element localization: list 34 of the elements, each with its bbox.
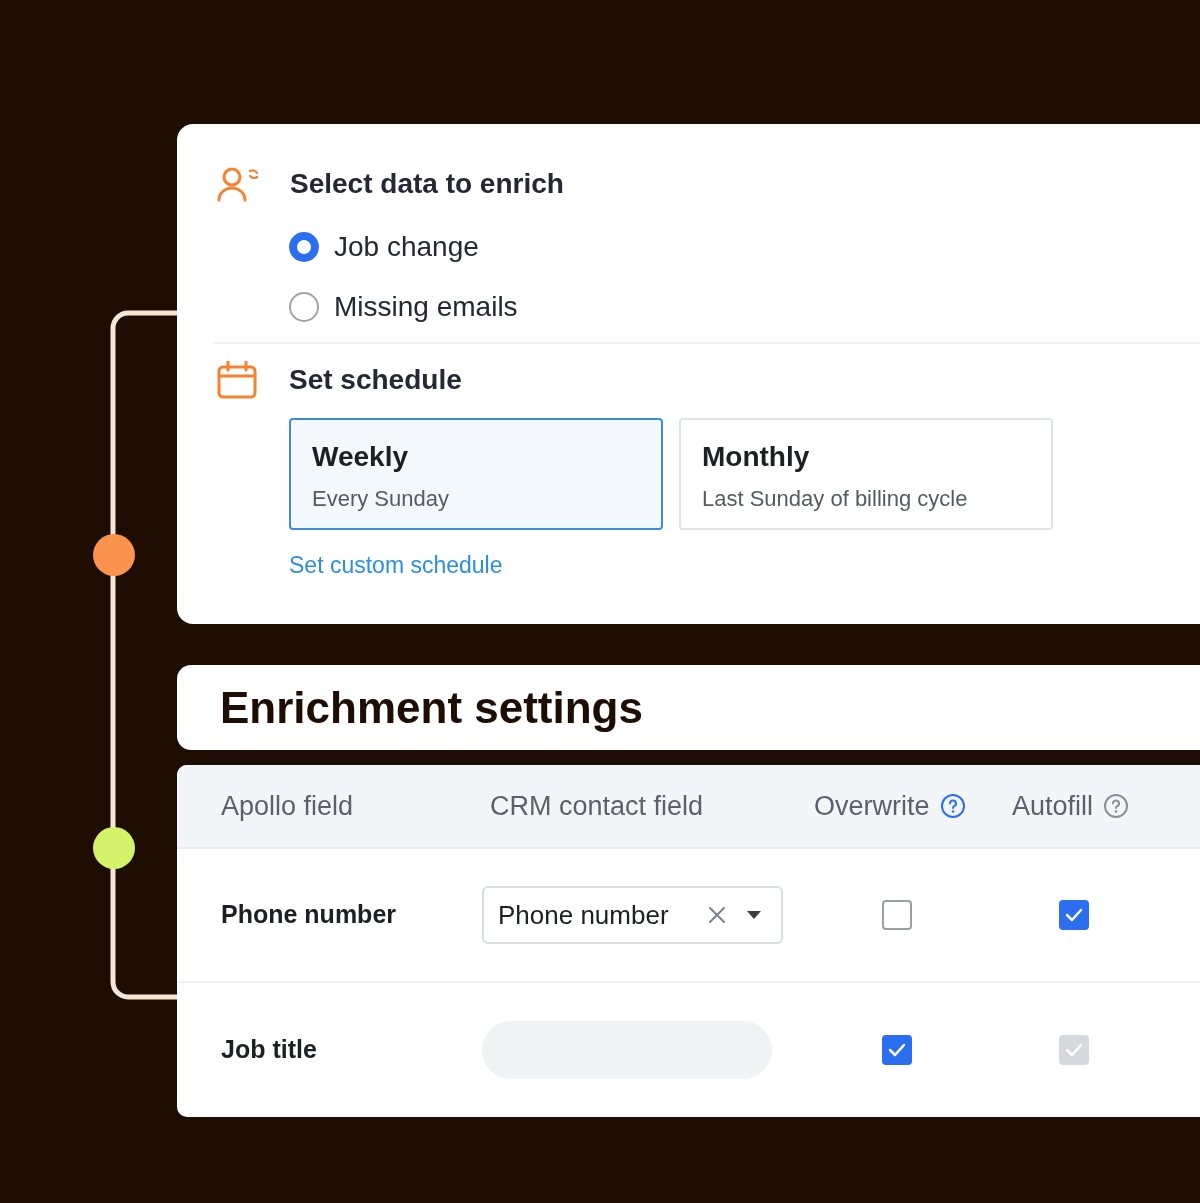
step-dot [93,534,135,576]
column-header: Overwrite [814,789,930,823]
caret-icon[interactable] [747,911,761,919]
check-icon [888,1043,906,1057]
column-header: Autofill [1012,789,1094,823]
clear-icon[interactable] [707,905,727,925]
settings-title: Enrichment settings [220,681,643,734]
field-name: Phone number [221,899,397,931]
radio-button[interactable] [289,232,319,262]
radio-label[interactable]: Missing emails [334,286,518,328]
column-header: Apollo field [221,789,354,823]
check-icon [1065,908,1083,922]
check-icon [1065,1043,1083,1057]
section-title: Set schedule [289,363,462,397]
option-subtitle: Every Sunday [312,485,450,513]
help-icon[interactable] [1103,793,1130,819]
option-title: Monthly [702,440,811,474]
checkbox[interactable] [882,900,912,930]
checkbox[interactable] [1059,900,1089,930]
radio-button[interactable] [289,292,319,322]
checkbox[interactable] [882,1035,912,1065]
field-name: Job title [221,1034,318,1066]
radio-label[interactable]: Job change [334,226,479,268]
section-title: Select data to enrich [290,167,564,201]
help-icon[interactable] [939,793,966,819]
select-field[interactable]: Phone number [482,886,783,944]
step-dot [93,827,135,869]
column-header: CRM contact field [490,789,704,823]
calendar-icon [217,361,257,399]
user-refresh-icon [217,166,259,202]
option-subtitle: Last Sunday of billing cycle [702,485,969,513]
schedule-option[interactable]: Weekly Every Sunday [289,418,663,530]
schedule-option[interactable]: Monthly Last Sunday of billing cycle [679,418,1053,530]
option-title: Weekly [312,440,409,474]
